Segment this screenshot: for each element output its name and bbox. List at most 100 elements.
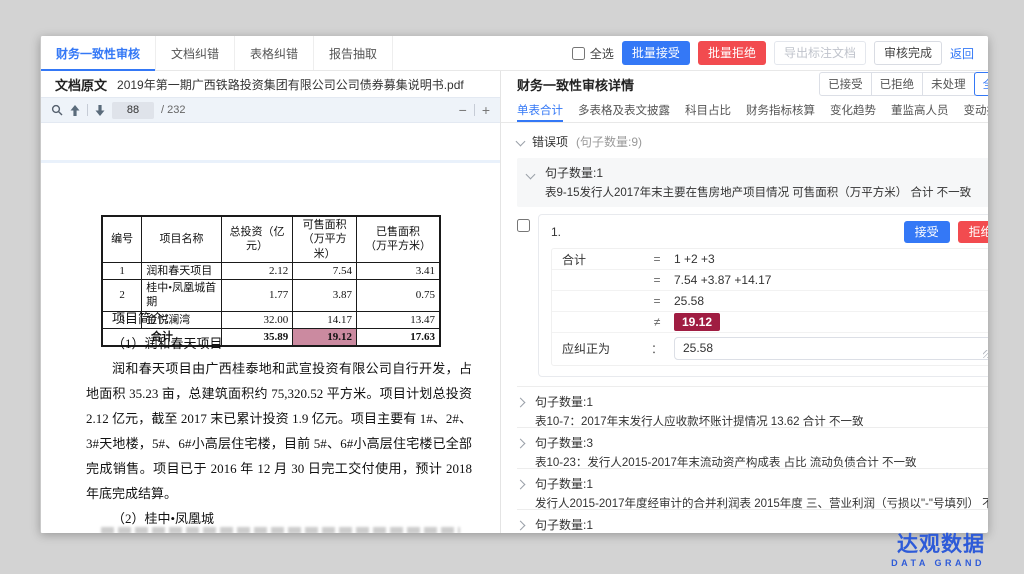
- error-item[interactable]: 句子数量:3 表10-23：发行人2015-2017年末流动资产构成表 占比 流…: [517, 428, 988, 469]
- main-content: 文档原文 2019年第一期广西铁路投资集团有限公司公司债券募集说明书.pdf /…: [41, 71, 988, 533]
- zoom-divider: [474, 104, 475, 116]
- batch-accept-button[interactable]: 批量接受: [622, 41, 690, 65]
- search-icon[interactable]: [51, 104, 63, 116]
- header-total-investment: 总投资（亿元）: [221, 216, 293, 262]
- back-link[interactable]: 返回: [950, 45, 974, 62]
- select-all-checkbox[interactable]: [572, 47, 585, 60]
- table-row: 1 润和春天项目 2.12 7.54 3.41: [102, 262, 440, 279]
- detail-actions: 接受 拒绝: [904, 221, 988, 243]
- zoom-out-button[interactable]: −: [459, 102, 467, 118]
- filter-unprocessed[interactable]: 未处理: [922, 72, 975, 96]
- paragraph-item1-body: 润和春天项目由广西桂泰地和武宣投资有限公司自行开发，占地面积 35.23 亩，总…: [86, 356, 472, 506]
- page-total: / 232: [161, 104, 185, 116]
- tab-change-trend[interactable]: 变化趋势: [830, 97, 876, 122]
- logo-english: DATA GRAND: [891, 558, 985, 568]
- zoom-in-button[interactable]: +: [482, 102, 490, 118]
- tab-single-table-total[interactable]: 单表合计: [517, 97, 563, 122]
- zoom-controls: − +: [459, 102, 490, 118]
- chevron-right-icon: [516, 521, 526, 531]
- error-sentence-count: 句子数量:1: [535, 475, 988, 492]
- correction-label: 应纠正为: [562, 340, 640, 357]
- page-down-icon[interactable]: [95, 105, 105, 116]
- export-annotated-doc-button[interactable]: 导出标注文档: [774, 41, 866, 65]
- filter-all[interactable]: 全部: [974, 72, 988, 96]
- cell-sold: 3.41: [356, 262, 440, 279]
- table-header-row: 编号 项目名称 总投资（亿元） 可售面积 （万平方米） 已售面积 （万平方米）: [102, 216, 440, 262]
- calc-row: 合计 = 1 +2 +3: [552, 249, 988, 270]
- correction-input[interactable]: 25.58: [674, 337, 988, 360]
- error-description: 表9-15发行人2017年末主要在售房地产项目情况 可售面积（万平方米） 合计 …: [545, 184, 988, 200]
- reject-button[interactable]: 拒绝: [958, 221, 988, 243]
- header-no: 编号: [102, 216, 142, 262]
- toolbar-divider: [87, 104, 88, 116]
- not-equal-operator: ≠: [640, 315, 674, 329]
- detail-card-header: 1. 接受 拒绝: [551, 222, 988, 242]
- cell-name: 润和春天项目: [142, 262, 221, 279]
- error-item[interactable]: 句子数量:1 表10-7：2017年末发行人应收款坏账计提情况 13.62 合计…: [517, 387, 988, 428]
- mismatch-value-badge: 19.12: [674, 313, 720, 331]
- tab-financial-indicator[interactable]: 财务指标核算: [746, 97, 815, 122]
- calc-value: 25.58: [674, 294, 704, 308]
- error-sentence-count: 句子数量:1: [535, 516, 988, 533]
- header-sold-area: 已售面积 （万平方米）: [356, 216, 440, 262]
- error-list: 错误项 (句子数量:9) 句子数量:1 表9-15发行人2017年末主要在售房地…: [501, 123, 988, 533]
- page-up-icon[interactable]: [70, 105, 80, 116]
- status-filter-group: 已接受 已拒绝 未处理 全部: [819, 72, 988, 96]
- select-all[interactable]: 全选: [572, 45, 614, 62]
- error-sentence-count: 句子数量:1: [545, 164, 988, 181]
- chevron-right-icon: [516, 439, 526, 449]
- error-item[interactable]: 句子数量:1 发行人2015-2017年度经审计的合并利润表 2016年度 三、…: [517, 510, 988, 533]
- page-number-input[interactable]: [112, 102, 154, 119]
- calc-row: = 25.58: [552, 291, 988, 312]
- calc-value: 1 +2 +3: [674, 252, 715, 266]
- expanded-error-item[interactable]: 句子数量:1 表9-15发行人2017年末主要在售房地产项目情况 可售面积（万平…: [517, 158, 988, 207]
- chevron-down-icon: [516, 137, 526, 147]
- pdf-toolbar: / 232 − +: [41, 97, 500, 123]
- tab-document-correction[interactable]: 文档纠错: [156, 36, 235, 70]
- calc-label: 合计: [562, 251, 640, 268]
- audit-detail-header: 财务一致性审核详情 已接受 已拒绝 未处理 全部: [501, 71, 988, 97]
- error-description: 表10-23：发行人2015-2017年末流动资产构成表 占比 流动负债合计 不…: [535, 454, 917, 470]
- collapsed-error-items: 句子数量:1 表10-7：2017年末发行人应收款坏账计提情况 13.62 合计…: [517, 386, 988, 533]
- resize-handle[interactable]: [983, 350, 988, 358]
- error-group-header[interactable]: 错误项 (句子数量:9): [517, 129, 988, 158]
- document-panel: 文档原文 2019年第一期广西铁路投资集团有限公司公司债券募集说明书.pdf /…: [41, 71, 501, 533]
- logo-chinese: 达观数据: [891, 533, 985, 556]
- tab-table-correction[interactable]: 表格纠错: [235, 36, 314, 70]
- error-group-count: (句子数量:9): [576, 133, 642, 150]
- filter-rejected[interactable]: 已拒绝: [871, 72, 924, 96]
- top-tab-bar: 财务一致性审核 文档纠错 表格纠错 报告抽取 全选 批量接受 批量拒绝 导出标注…: [41, 36, 988, 71]
- audit-complete-button[interactable]: 审核完成: [874, 41, 942, 65]
- error-description: 表10-7：2017年末发行人应收款坏账计提情况 13.62 合计 不一致: [535, 413, 863, 429]
- partial-text-line: [101, 527, 460, 533]
- accept-button[interactable]: 接受: [904, 221, 950, 243]
- cell-no: 1: [102, 262, 142, 279]
- tab-multi-table-disclosure[interactable]: 多表格及表文披露: [578, 97, 670, 122]
- page-break-separator: [41, 160, 500, 163]
- tab-subject-ratio[interactable]: 科目占比: [685, 97, 731, 122]
- tab-financial-consistency-audit[interactable]: 财务一致性审核: [41, 36, 156, 70]
- header-sellable-area: 可售面积 （万平方米）: [293, 216, 357, 262]
- calc-operator: =: [640, 252, 674, 266]
- topbar-actions: 全选 批量接受 批量拒绝 导出标注文档 审核完成 返回: [572, 36, 988, 70]
- chevron-down-icon: [526, 170, 536, 180]
- error-item-checkbox[interactable]: [517, 219, 530, 232]
- pdf-page[interactable]: 编号 项目名称 总投资（亿元） 可售面积 （万平方米） 已售面积 （万平方米） …: [41, 123, 500, 533]
- error-sentence-count: 句子数量:3: [535, 434, 917, 451]
- tab-report-extraction[interactable]: 报告抽取: [314, 36, 393, 70]
- audit-detail-title: 财务一致性审核详情: [517, 75, 634, 94]
- tab-executives[interactable]: 董监高人员: [891, 97, 949, 122]
- tab-change-disclosure[interactable]: 变动披露: [964, 97, 989, 122]
- paragraph-item1-title: （1）润和春天项目: [86, 331, 472, 356]
- calc-operator: =: [640, 273, 674, 287]
- error-sentence-count: 句子数量:1: [535, 393, 863, 410]
- filter-accepted[interactable]: 已接受: [819, 72, 872, 96]
- batch-reject-button[interactable]: 批量拒绝: [698, 41, 766, 65]
- app-window: 财务一致性审核 文档纠错 表格纠错 报告抽取 全选 批量接受 批量拒绝 导出标注…: [40, 36, 988, 533]
- detail-index: 1.: [551, 225, 561, 239]
- audit-detail-panel: 财务一致性审核详情 已接受 已拒绝 未处理 全部 单表合计 多表格及表文披露 科…: [501, 71, 988, 533]
- error-item[interactable]: 句子数量:1 发行人2015-2017年度经审计的合并利润表 2015年度 三、…: [517, 469, 988, 510]
- correction-row: 应纠正为 ： 25.58: [552, 333, 988, 365]
- pdf-body-text: 项目简介： （1）润和春天项目 润和春天项目由广西桂泰地和武宣投资有限公司自行开…: [86, 306, 472, 531]
- error-description: 发行人2015-2017年度经审计的合并利润表 2015年度 三、营业利润（亏损…: [535, 495, 988, 511]
